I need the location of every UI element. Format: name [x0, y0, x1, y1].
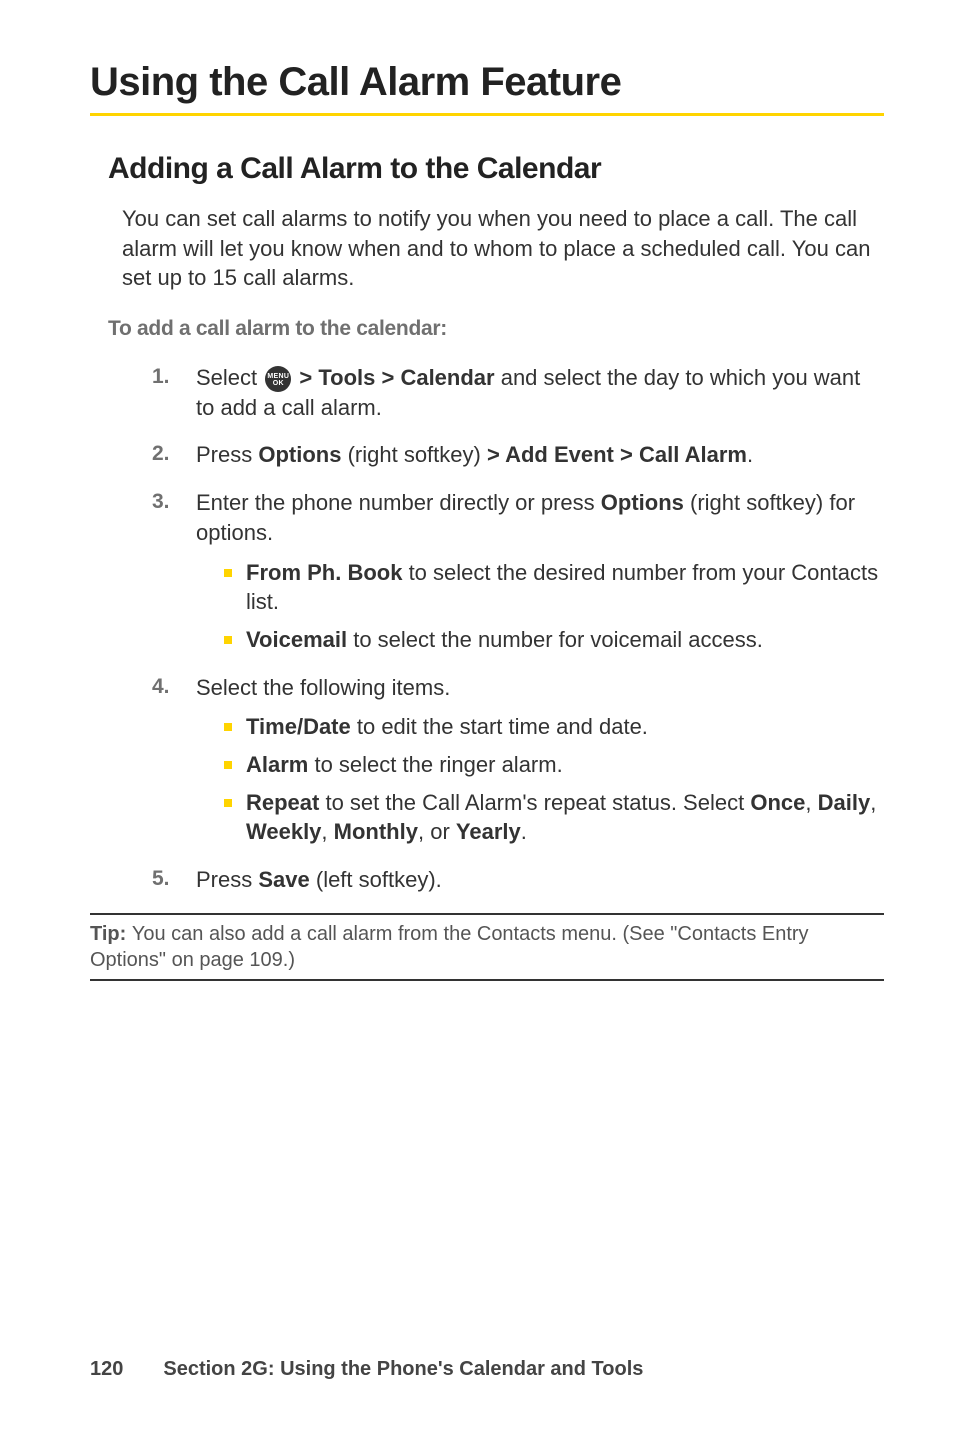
option-name: Time/Date — [246, 714, 351, 739]
step-text: Press — [196, 867, 258, 892]
option-name: Voicemail — [246, 627, 347, 652]
page-title: Using the Call Alarm Feature — [90, 60, 884, 105]
option-desc: to set the Call Alarm's repeat status. S… — [319, 790, 750, 815]
procedure-title: To add a call alarm to the calendar: — [108, 317, 884, 341]
step-text: (right softkey) — [341, 442, 486, 467]
section-heading: Adding a Call Alarm to the Calendar — [108, 152, 884, 186]
step-number: 4. — [152, 673, 170, 701]
title-underline — [90, 113, 884, 116]
sep: , — [805, 790, 817, 815]
tip-text: You can also add a call alarm from the C… — [90, 923, 809, 971]
repeat-option: Yearly — [456, 819, 521, 844]
list-item: From Ph. Book to select the desired numb… — [224, 558, 884, 617]
tip-label: Tip: — [90, 923, 132, 945]
menu-path: > Tools > Calendar — [293, 365, 494, 390]
option-name: Alarm — [246, 752, 308, 777]
step-number: 3. — [152, 488, 170, 516]
step-text: (left softkey). — [310, 867, 442, 892]
list-item: Alarm to select the ringer alarm. — [224, 750, 884, 780]
softkey-label: Options — [601, 490, 684, 515]
step-number: 1. — [152, 363, 170, 391]
page-footer: 120 Section 2G: Using the Phone's Calenda… — [90, 1358, 643, 1381]
option-name: Repeat — [246, 790, 319, 815]
step-text: Enter the phone number directly or press — [196, 490, 601, 515]
step-4: 4. Select the following items. Time/Date… — [152, 673, 884, 847]
step-2: 2. Press Options (right softkey) > Add E… — [152, 440, 884, 470]
list-item: Time/Date to edit the start time and dat… — [224, 712, 884, 742]
sep: , — [321, 819, 333, 844]
option-desc: to edit the start time and date. — [351, 714, 648, 739]
step-5: 5. Press Save (left softkey). — [152, 865, 884, 895]
step-text: Select the following items. — [196, 675, 450, 700]
list-item: Repeat to set the Call Alarm's repeat st… — [224, 788, 884, 847]
list-item: Voicemail to select the number for voice… — [224, 625, 884, 655]
steps-list: 1. Select MENUOK > Tools > Calendar and … — [152, 363, 884, 895]
softkey-label: Save — [258, 867, 309, 892]
repeat-option: Monthly — [334, 819, 418, 844]
step-text: Press — [196, 442, 258, 467]
step-number: 2. — [152, 440, 170, 468]
option-desc: to select the number for voicemail acces… — [347, 627, 763, 652]
section-label: Section 2G: Using the Phone's Calendar a… — [163, 1358, 643, 1380]
sub-list: From Ph. Book to select the desired numb… — [224, 558, 884, 655]
menu-ok-icon: MENUOK — [265, 366, 291, 392]
sub-list: Time/Date to edit the start time and dat… — [224, 712, 884, 847]
intro-paragraph: You can set call alarms to notify you wh… — [122, 204, 884, 293]
sep: . — [521, 819, 527, 844]
menu-path: > Add Event > Call Alarm — [487, 442, 747, 467]
step-text: Select — [196, 365, 263, 390]
step-3: 3. Enter the phone number directly or pr… — [152, 488, 884, 654]
page-number: 120 — [90, 1358, 123, 1381]
option-name: From Ph. Book — [246, 560, 402, 585]
repeat-option: Once — [750, 790, 805, 815]
repeat-option: Daily — [818, 790, 871, 815]
icon-line1: MENU — [267, 373, 289, 380]
sep: , — [870, 790, 876, 815]
step-number: 5. — [152, 865, 170, 893]
icon-line2: OK — [273, 380, 284, 387]
repeat-option: Weekly — [246, 819, 321, 844]
softkey-label: Options — [258, 442, 341, 467]
sep: , or — [418, 819, 456, 844]
page: Using the Call Alarm Feature Adding a Ca… — [0, 0, 954, 1431]
tip-box: Tip: You can also add a call alarm from … — [90, 913, 884, 981]
step-1: 1. Select MENUOK > Tools > Calendar and … — [152, 363, 884, 422]
option-desc: to select the ringer alarm. — [308, 752, 562, 777]
step-text: . — [747, 442, 753, 467]
